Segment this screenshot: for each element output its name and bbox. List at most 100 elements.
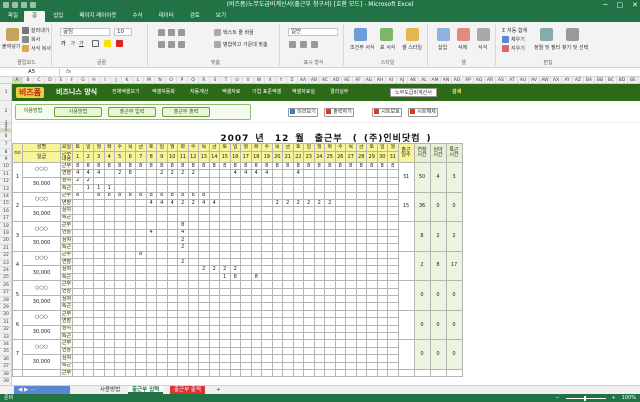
day-cell[interactable] [345, 169, 357, 178]
day-cell[interactable] [198, 176, 210, 186]
day-cell[interactable] [313, 317, 325, 326]
align-top-icon[interactable] [158, 29, 165, 36]
row-header-16[interactable]: 16 [0, 208, 11, 216]
column-header-A[interactable]: A [12, 77, 23, 83]
column-header-AV[interactable]: AV [529, 77, 540, 83]
column-header-AH[interactable]: AH [375, 77, 386, 83]
delete-cells-icon[interactable] [457, 28, 470, 41]
day-cell[interactable] [324, 302, 336, 311]
day-cell[interactable] [124, 339, 136, 348]
day-cell[interactable]: 8 [198, 191, 210, 200]
day-cell[interactable] [261, 184, 273, 193]
day-cell[interactable] [334, 324, 346, 334]
day-cell[interactable] [324, 317, 336, 326]
clear-button[interactable]: 지우기 [502, 45, 525, 52]
day-cell[interactable]: 2 [282, 198, 294, 208]
day-cell[interactable] [198, 272, 210, 282]
day-cell[interactable] [324, 309, 336, 319]
day-cell[interactable] [166, 206, 178, 215]
day-cell[interactable] [240, 235, 252, 245]
day-cell[interactable] [187, 361, 199, 370]
day-cell[interactable] [324, 221, 336, 230]
day-cell[interactable] [303, 346, 315, 356]
ribbon-tab-7[interactable]: 보기 [208, 11, 234, 22]
day-cell[interactable] [208, 206, 220, 215]
day-cell[interactable] [135, 324, 147, 334]
day-cell[interactable] [376, 324, 388, 334]
day-cell[interactable] [240, 213, 252, 223]
day-cell[interactable] [271, 287, 283, 297]
day-cell[interactable] [219, 250, 231, 260]
day-cell[interactable] [72, 280, 84, 289]
day-cell[interactable] [366, 191, 378, 200]
day-cell[interactable] [292, 221, 304, 230]
day-cell[interactable] [261, 354, 273, 363]
day-cell[interactable] [124, 221, 136, 230]
day-cell[interactable] [177, 280, 189, 289]
day-cell[interactable] [93, 295, 105, 304]
day-cell[interactable] [124, 272, 136, 282]
day-cell[interactable] [292, 317, 304, 326]
day-cell[interactable] [135, 280, 147, 289]
day-cell[interactable] [324, 228, 336, 237]
day-cell[interactable]: 8 [93, 161, 105, 171]
day-cell[interactable] [208, 176, 220, 186]
day-cell[interactable] [282, 324, 294, 334]
day-cell[interactable] [345, 258, 357, 267]
day-cell[interactable] [93, 250, 105, 260]
day-cell[interactable] [114, 317, 126, 326]
fill-color-icon[interactable] [104, 40, 111, 47]
day-cell[interactable] [145, 302, 157, 311]
day-cell[interactable]: 2 [187, 169, 199, 178]
day-cell[interactable] [313, 213, 325, 223]
day-cell[interactable] [93, 317, 105, 326]
day-cell[interactable] [387, 339, 399, 348]
day-cell[interactable] [135, 184, 147, 193]
day-cell[interactable] [313, 250, 325, 260]
day-cell[interactable] [355, 169, 367, 178]
day-cell[interactable] [387, 324, 399, 334]
day-cell[interactable] [145, 206, 157, 215]
day-cell[interactable]: 8 [156, 161, 168, 171]
day-cell[interactable] [324, 258, 336, 267]
column-header-AX[interactable]: AX [551, 77, 562, 83]
column-header-AZ[interactable]: AZ [573, 77, 584, 83]
day-cell[interactable] [324, 272, 336, 282]
day-cell[interactable] [313, 243, 325, 252]
day-cell[interactable] [208, 221, 220, 230]
day-cell[interactable] [366, 280, 378, 289]
day-cell[interactable] [135, 235, 147, 245]
day-cell[interactable] [355, 339, 367, 348]
day-cell[interactable]: 8 [324, 161, 336, 171]
find-select-button[interactable]: 찾기 및 선택 [562, 44, 588, 51]
column-header-U[interactable]: U [232, 77, 243, 83]
day-cell[interactable] [313, 221, 325, 230]
row-header-6[interactable]: 6 [0, 133, 11, 141]
day-cell[interactable] [145, 235, 157, 245]
day-cell[interactable] [240, 221, 252, 230]
day-cell[interactable] [187, 295, 199, 304]
day-cell[interactable] [93, 354, 105, 363]
day-cell[interactable] [219, 221, 231, 230]
day-cell[interactable] [103, 206, 115, 215]
day-cell[interactable] [292, 280, 304, 289]
day-cell[interactable] [387, 258, 399, 267]
day-cell[interactable] [177, 324, 189, 334]
day-cell[interactable]: 4 [177, 228, 189, 237]
day-cell[interactable] [156, 243, 168, 252]
day-cell[interactable] [93, 302, 105, 311]
day-cell[interactable] [198, 235, 210, 245]
day-cell[interactable] [261, 228, 273, 237]
day-cell[interactable] [208, 317, 220, 326]
row-header-26[interactable]: 26 [0, 282, 11, 290]
day-cell[interactable] [387, 287, 399, 297]
day-cell[interactable] [187, 243, 199, 252]
day-cell[interactable] [72, 331, 84, 341]
day-cell[interactable] [282, 331, 294, 341]
day-cell[interactable]: 4 [261, 169, 273, 178]
day-cell[interactable] [376, 346, 388, 356]
day-cell[interactable] [345, 339, 357, 348]
day-cell[interactable] [219, 324, 231, 334]
day-cell[interactable] [355, 243, 367, 252]
day-cell[interactable] [261, 287, 273, 297]
